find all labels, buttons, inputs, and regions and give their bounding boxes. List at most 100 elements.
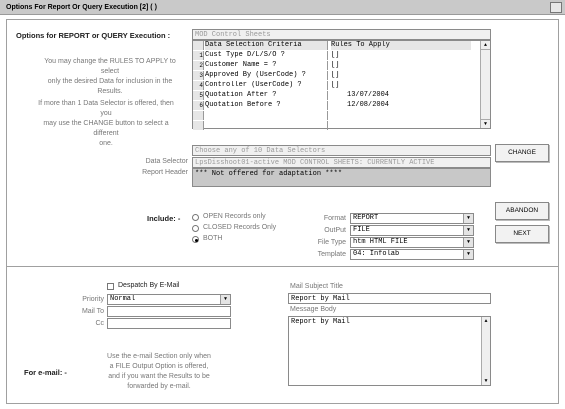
row-number: 5 xyxy=(193,91,204,100)
data-selector-field[interactable]: LpsDisshoot01-active MOD CONTROL SHEETS:… xyxy=(192,157,491,168)
table-row[interactable]: 1 Cust Type D/L/S/O ? [] xyxy=(193,51,490,60)
chevron-down-icon[interactable]: ▼ xyxy=(220,295,230,304)
mailto-field[interactable] xyxy=(107,306,231,317)
template-select[interactable]: 04: Infolab ▼ xyxy=(350,249,474,260)
rule-cell[interactable]: [] xyxy=(331,61,461,70)
cc-field[interactable] xyxy=(107,318,231,329)
data-selector-label: Data Selector xyxy=(145,158,188,165)
criteria-cell: Quotation Before ? xyxy=(205,101,328,110)
table-row[interactable]: 6 Quotation Before ? 12/08/2004 xyxy=(193,101,490,110)
section-divider xyxy=(6,266,559,267)
table-row[interactable]: 2 Customer Name = ? [] xyxy=(193,61,490,70)
row-number xyxy=(193,111,204,120)
rule-cell[interactable]: [] xyxy=(331,81,461,90)
window-title-bar: Options For Report Or Query Execution [2… xyxy=(0,0,565,15)
chevron-down-icon[interactable]: ▼ xyxy=(463,214,473,223)
scroll-up-icon[interactable]: ▲ xyxy=(481,41,490,50)
grid-header-row: Data Selection Criteria Rules To Apply xyxy=(193,41,490,50)
template-label: Template xyxy=(317,251,346,258)
rule-cell[interactable]: 13/07/2004 xyxy=(331,91,477,100)
options-help-text-1: You may change the RULES TO APPLY to sel… xyxy=(40,57,180,97)
chevron-down-icon[interactable]: ▼ xyxy=(463,238,473,247)
options-help-2-line: one. xyxy=(99,140,113,147)
message-body-field[interactable]: Report by Mail ▲ ▼ xyxy=(288,316,491,386)
priority-select[interactable]: Normal ▼ xyxy=(107,294,231,305)
table-row[interactable]: 4 Controller (UserCode) ? [] xyxy=(193,81,490,90)
cc-label: Cc xyxy=(95,320,104,327)
message-body-text: Report by Mail xyxy=(291,318,350,326)
report-header-label: Report Header xyxy=(142,169,188,176)
email-help-line: forwarded by e-mail. xyxy=(127,383,191,390)
grid-scrollbar[interactable]: ▲ ▼ xyxy=(480,41,490,128)
options-help-text-2: If more than 1 Data Selector is offered,… xyxy=(32,99,180,149)
chevron-down-icon[interactable]: ▼ xyxy=(463,250,473,259)
grid-header-criteria: Data Selection Criteria xyxy=(205,41,328,50)
row-number: 2 xyxy=(193,61,204,70)
radio-both-records[interactable] xyxy=(192,236,199,243)
table-row-empty xyxy=(193,121,490,130)
radio-open-label: OPEN Records only xyxy=(203,213,266,220)
grid-corner xyxy=(193,41,204,50)
criteria-cell: Quotation After ? xyxy=(205,91,328,100)
format-select[interactable]: REPORT ▼ xyxy=(350,213,474,224)
format-label: Format xyxy=(323,215,346,222)
options-help-1-line: only the desired Data for inclusion in t… xyxy=(47,78,173,85)
report-header-field[interactable]: *** Not offered for adaptation **** xyxy=(192,168,491,187)
filetype-value: htm HTML FILE xyxy=(353,238,408,246)
scroll-down-icon[interactable]: ▼ xyxy=(482,377,490,385)
output-label: OutPut xyxy=(324,227,346,234)
grid-header-rules: Rules To Apply xyxy=(331,41,471,50)
abandon-button[interactable]: ABANDON xyxy=(495,202,549,220)
options-help-2-line: may use the CHANGE button to select a di… xyxy=(43,120,169,137)
output-value: FILE xyxy=(353,226,370,234)
row-number: 4 xyxy=(193,81,204,90)
email-help-text: Use the e-mail Section only when a FILE … xyxy=(100,352,218,392)
next-button[interactable]: NEXT xyxy=(495,225,549,243)
table-row-empty xyxy=(193,111,490,120)
mailto-label: Mail To xyxy=(81,308,104,315)
mail-subject-label: Mail Subject Title xyxy=(290,283,343,290)
row-number: 1 xyxy=(193,51,204,60)
template-value: 04: Infolab xyxy=(353,250,400,258)
scroll-up-icon[interactable]: ▲ xyxy=(482,317,490,325)
options-help-2-line: If more than 1 Data Selector is offered,… xyxy=(38,100,174,117)
radio-open-records[interactable] xyxy=(192,214,199,221)
report-name-field[interactable]: MOD Control Sheets xyxy=(192,29,491,40)
scroll-down-icon[interactable]: ▼ xyxy=(481,119,490,128)
chevron-down-icon[interactable]: ▼ xyxy=(463,226,473,235)
criteria-cell: Controller (UserCode) ? xyxy=(205,81,328,90)
email-section-label: For e-mail: - xyxy=(24,368,67,377)
body-scrollbar[interactable]: ▲ ▼ xyxy=(481,317,490,385)
options-heading: Options for REPORT or QUERY Execution : xyxy=(16,31,171,40)
rule-cell[interactable]: [] xyxy=(331,71,461,80)
selection-grid[interactable]: Data Selection Criteria Rules To Apply 1… xyxy=(192,40,491,130)
filetype-label: File Type xyxy=(317,239,346,246)
row-number xyxy=(193,121,204,130)
despatch-email-label: Despatch By E-Mail xyxy=(118,282,180,289)
format-value: REPORT xyxy=(353,214,379,222)
change-button[interactable]: CHANGE xyxy=(495,144,549,162)
radio-closed-records[interactable] xyxy=(192,225,199,232)
message-body-label: Message Body xyxy=(290,306,337,313)
output-select[interactable]: FILE ▼ xyxy=(350,225,474,236)
email-help-line: a FILE Output Option is offered, xyxy=(109,363,209,370)
data-selectors-count: Choose any of 10 Data Selectors xyxy=(192,145,491,156)
radio-closed-label: CLOSED Records Only xyxy=(203,224,277,231)
rule-cell[interactable]: 12/08/2004 xyxy=(331,101,477,110)
radio-both-label: BOTH xyxy=(203,235,223,242)
rule-cell[interactable]: [] xyxy=(331,51,461,60)
close-icon[interactable] xyxy=(550,2,562,13)
options-help-1-line: You may change the RULES TO APPLY to sel… xyxy=(44,58,176,75)
options-help-1-line: Results. xyxy=(97,88,123,95)
criteria-cell xyxy=(205,111,328,120)
filetype-select[interactable]: htm HTML FILE ▼ xyxy=(350,237,474,248)
email-help-line: Use the e-mail Section only when xyxy=(107,353,211,360)
table-row[interactable]: 5 Quotation After ? 13/07/2004 xyxy=(193,91,490,100)
priority-value: Normal xyxy=(110,295,136,303)
criteria-cell: Cust Type D/L/S/O ? xyxy=(205,51,328,60)
despatch-email-checkbox[interactable] xyxy=(107,283,114,290)
criteria-cell xyxy=(205,121,328,130)
criteria-cell: Approved By (UserCode) ? xyxy=(205,71,328,80)
table-row[interactable]: 3 Approved By (UserCode) ? [] xyxy=(193,71,490,80)
mail-subject-field[interactable]: Report by Mail xyxy=(288,293,491,304)
